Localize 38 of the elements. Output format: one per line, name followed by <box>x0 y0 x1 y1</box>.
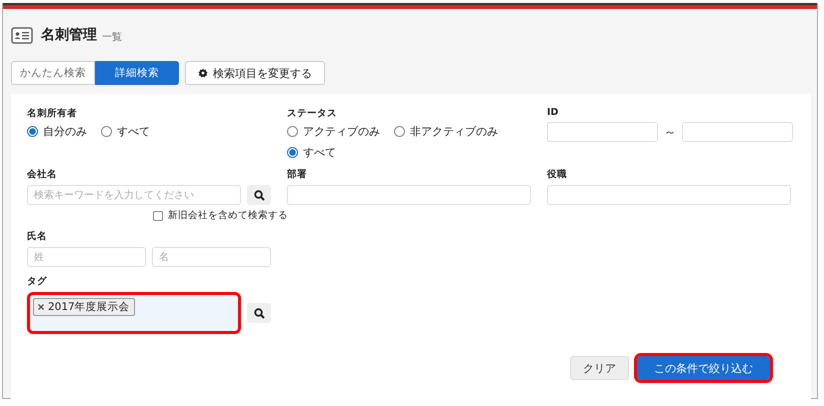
field-label: 氏名 <box>27 230 47 243</box>
remove-icon[interactable] <box>38 304 44 310</box>
search-tab[interactable]: 詳細検索 <box>95 61 179 85</box>
field-label: 部署 <box>287 168 307 181</box>
id-to-field[interactable] <box>682 122 793 142</box>
tag-chip: 2017年度展示会 <box>33 298 135 316</box>
search-icon <box>254 308 264 318</box>
radio-option[interactable]: すべて <box>287 145 336 160</box>
radio-option[interactable]: アクティブのみ <box>287 124 380 139</box>
radio-option[interactable]: 非アクティブのみ <box>394 124 498 139</box>
search-button[interactable] <box>247 303 271 323</box>
search-icon <box>254 190 264 200</box>
company-search-field[interactable]: 検索キーワードを入力してください <box>27 185 241 205</box>
page-subtitle: 一覧 <box>102 30 122 44</box>
last-name-field[interactable]: 姓 <box>27 247 146 267</box>
field-label: 役職 <box>547 168 567 181</box>
gear-icon <box>198 68 208 78</box>
radio-option[interactable]: すべて <box>101 124 150 139</box>
page-title: 名刺管理 <box>41 26 97 44</box>
field-label: ID <box>547 107 558 118</box>
department-field[interactable] <box>287 185 531 205</box>
tag-field[interactable]: 2017年度展示会 <box>27 292 241 334</box>
search-button[interactable] <box>247 185 271 205</box>
clear-button[interactable]: クリア <box>570 356 629 380</box>
first-name-field[interactable]: 名 <box>152 247 271 267</box>
position-field[interactable] <box>547 185 791 205</box>
search-tab[interactable]: かんたん検索 <box>11 61 95 85</box>
filter-button[interactable]: この条件で絞り込む <box>637 356 770 380</box>
range-separator: ～ <box>664 124 676 140</box>
field-label: 会社名 <box>27 168 57 181</box>
field-label: ステータス <box>287 107 337 120</box>
id-from-field[interactable] <box>547 122 658 142</box>
radio-option[interactable]: 自分のみ <box>27 124 87 139</box>
change-fields-button[interactable]: 検索項目を変更する <box>185 61 325 85</box>
business-card-icon <box>11 26 33 44</box>
field-label: 名刺所有者 <box>27 107 77 120</box>
include-old-checkbox[interactable]: 新旧会社を含めて検索する <box>153 209 288 222</box>
field-label: タグ <box>27 275 47 288</box>
